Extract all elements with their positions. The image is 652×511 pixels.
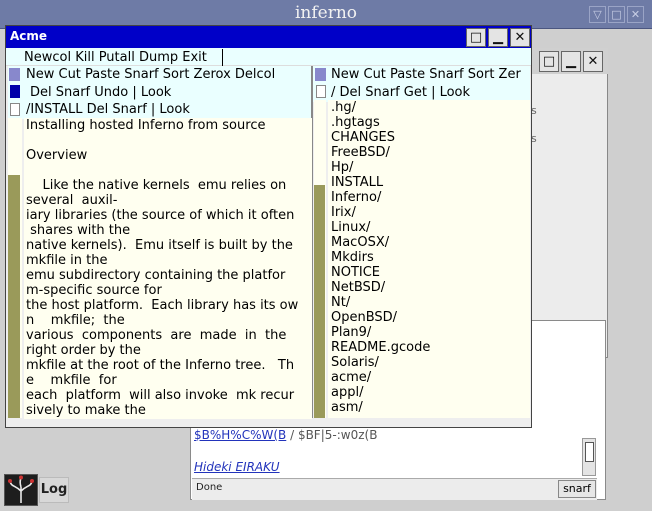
browser-text-line: $B%H%C%W(B / $BF|5-:w0z(B — [194, 428, 377, 442]
directory-entry[interactable]: CHANGES — [331, 130, 430, 145]
file-text-line[interactable]: several auxil- — [26, 193, 298, 208]
directory-entry[interactable]: NOTICE — [331, 265, 430, 280]
file-text-line[interactable]: m-specific source for — [26, 283, 298, 298]
directory-entry[interactable]: acme/ — [331, 370, 430, 385]
file-text[interactable]: Installing hosted Inferno from source Ove… — [26, 118, 298, 418]
window-title: inferno — [294, 3, 358, 23]
inferno-logo-icon[interactable] — [4, 474, 38, 506]
directory-entry[interactable]: .hg/ — [331, 100, 430, 115]
file-text-line[interactable]: shares with the — [26, 223, 298, 238]
bg-minimize-icon[interactable]: ▁ — [561, 51, 581, 72]
file-text-line[interactable]: Installing hosted Inferno from source — [26, 118, 298, 133]
file-text-line[interactable]: sively to make the — [26, 403, 298, 418]
window1-drag-handle[interactable] — [10, 85, 20, 98]
window1-tag-commands[interactable]: Del Snarf Undo | Look — [30, 85, 171, 100]
directory-entry[interactable]: Irix/ — [331, 205, 430, 220]
log-button[interactable]: Log — [39, 477, 69, 503]
file-text-line[interactable]: iary libraries (the source of which it o… — [26, 208, 298, 223]
directory-entry[interactable]: asm/ — [331, 400, 430, 415]
file-text-line[interactable] — [26, 133, 298, 148]
browser-link[interactable]: $B%H%C%W(B — [194, 428, 286, 442]
directory-entry[interactable]: MacOSX/ — [331, 235, 430, 250]
background-window — [530, 48, 608, 358]
directory-entry[interactable]: Solaris/ — [331, 355, 430, 370]
directory-entry[interactable]: OpenBSD/ — [331, 310, 430, 325]
column2-tag-commands[interactable]: New Cut Paste Snarf Sort Zer — [331, 67, 521, 82]
file-text-line[interactable]: e mkfile for — [26, 373, 298, 388]
browser-statusbar — [192, 478, 597, 500]
file-text-line[interactable]: n mkfile; the — [26, 313, 298, 328]
file-text-line[interactable]: native kernels). Emu itself is built by … — [26, 238, 298, 253]
file-text-line[interactable]: mkfile in the — [26, 253, 298, 268]
directory-listing[interactable]: .hg/.hgtags CHANGES FreeBSD/Hp/INSTALL Infe… — [331, 100, 430, 415]
file-text-line[interactable]: various components are made in the — [26, 328, 298, 343]
directory-entry[interactable]: Hp/ — [331, 160, 430, 175]
directory-entry[interactable]: NetBSD/ — [331, 280, 430, 295]
acme-close-icon[interactable]: ✕ — [510, 28, 530, 47]
dir-window-tag-commands[interactable]: / Del Snarf Get | Look — [331, 85, 470, 100]
author-link[interactable]: Hideki EIRAKU — [194, 460, 280, 474]
directory-entry[interactable]: .hgtags — [331, 115, 430, 130]
file-text-line[interactable]: each platform will also invoke mk recur — [26, 388, 298, 403]
file-text-line[interactable]: Overview — [26, 148, 298, 163]
directory-entry[interactable]: Inferno/ — [331, 190, 430, 205]
directory-entry[interactable]: FreeBSD/ — [331, 145, 430, 160]
column2-drag-handle[interactable] — [315, 68, 326, 81]
acme-minimize-icon[interactable]: ▁ — [488, 28, 508, 47]
column1-tag-commands[interactable]: New Cut Paste Snarf Sort Zerox Delcol — [26, 67, 275, 82]
file-text-line[interactable]: right order by the — [26, 343, 298, 358]
status-text: Done — [196, 482, 223, 493]
file-window-drag-handle[interactable] — [10, 103, 20, 116]
file-window-scroll-thumb[interactable] — [8, 175, 20, 418]
bg-close-icon[interactable]: ✕ — [583, 51, 603, 72]
file-text-line[interactable]: mkfile at the root of the Inferno tree. … — [26, 358, 298, 373]
acme-title: Acme — [10, 29, 48, 43]
directory-entry[interactable]: Plan9/ — [331, 325, 430, 340]
directory-entry[interactable]: Linux/ — [331, 220, 430, 235]
file-text-line[interactable]: the host platform. Each library has its … — [26, 298, 298, 313]
maximize-icon[interactable]: □ — [608, 6, 625, 23]
file-text-line[interactable]: Like the native kernels emu relies on — [26, 178, 298, 193]
dir-window-drag-handle[interactable] — [316, 85, 326, 98]
file-text-line[interactable]: emu subdirectory containing the platfor — [26, 268, 298, 283]
browser-text: / $BF|5-:w0z(B — [286, 428, 378, 442]
directory-entry[interactable]: README.gcode — [331, 340, 430, 355]
snarf-button[interactable]: snarf — [558, 480, 596, 498]
main-tag-commands[interactable]: Newcol Kill Putall Dump Exit — [24, 50, 207, 65]
column1-drag-handle[interactable] — [9, 68, 20, 81]
tag-cursor — [222, 49, 223, 66]
directory-entry[interactable]: appl/ — [331, 385, 430, 400]
minimize-icon[interactable]: ▽ — [589, 6, 606, 23]
browser-scroll-thumb[interactable] — [585, 442, 594, 462]
close-icon[interactable]: ✕ — [627, 6, 644, 23]
dir-window-scroll-thumb[interactable] — [314, 185, 325, 418]
directory-entry[interactable]: Mkdirs — [331, 250, 430, 265]
bg-maximize-icon[interactable]: □ — [539, 51, 559, 72]
directory-entry[interactable]: INSTALL — [331, 175, 430, 190]
file-text-line[interactable] — [26, 163, 298, 178]
acme-titlebar[interactable] — [6, 26, 531, 48]
directory-entry[interactable]: Nt/ — [331, 295, 430, 310]
file-window-tag-commands[interactable]: /INSTALL Del Snarf | Look — [26, 102, 190, 117]
acme-maximize-icon[interactable]: □ — [466, 28, 486, 47]
